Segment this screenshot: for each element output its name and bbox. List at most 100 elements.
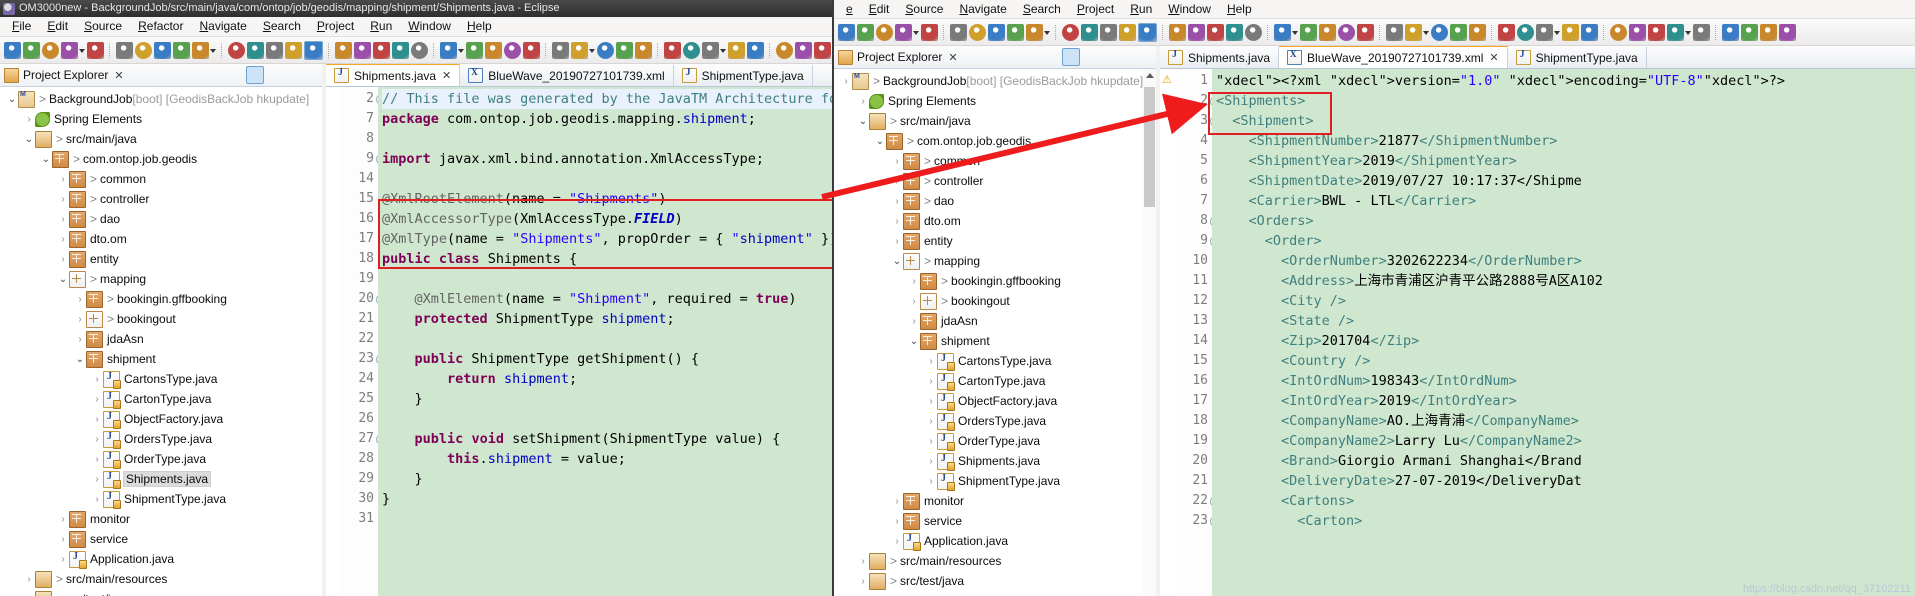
toolbar-button-7[interactable] bbox=[135, 41, 152, 59]
toolbar-button-34[interactable] bbox=[635, 41, 652, 59]
chevron-right-icon[interactable]: › bbox=[57, 254, 69, 265]
toolbar-button-46[interactable] bbox=[1693, 23, 1710, 41]
tree-item-monitor[interactable]: › monitor bbox=[0, 509, 322, 529]
toolbar-button-19[interactable] bbox=[1188, 23, 1205, 41]
toolbar-button-12[interactable] bbox=[1062, 23, 1079, 41]
tree-item-cartontype-java[interactable]: › CartonType.java bbox=[834, 371, 1156, 391]
tree-item-backgroundjob[interactable]: › >BackgroundJob [boot] [GeodisBackJob hk… bbox=[834, 71, 1156, 91]
chevron-right-icon[interactable]: › bbox=[908, 296, 920, 307]
toolbar-button-33[interactable] bbox=[616, 41, 633, 59]
toolbar-button-21[interactable] bbox=[392, 41, 409, 59]
toolbar-dropdown-caret[interactable] bbox=[1423, 24, 1430, 41]
toolbar-button-6[interactable] bbox=[116, 41, 133, 59]
toolbar-button-2[interactable] bbox=[42, 41, 59, 59]
toolbar-button-1[interactable] bbox=[23, 41, 40, 59]
toolbar-button-30[interactable] bbox=[1386, 23, 1403, 41]
chevron-right-icon[interactable]: › bbox=[840, 76, 852, 87]
toolbar-button-36[interactable] bbox=[664, 41, 681, 59]
close-icon[interactable]: ✕ bbox=[1489, 51, 1498, 64]
toolbar-button-51[interactable] bbox=[1779, 23, 1796, 41]
chevron-right-icon[interactable]: › bbox=[908, 276, 920, 287]
toolbar-button-42[interactable] bbox=[1610, 23, 1627, 41]
toolbar-button-10[interactable] bbox=[1026, 23, 1043, 41]
toolbar-button-40[interactable] bbox=[1581, 23, 1598, 41]
tree-item-com-ontop-job-geodis[interactable]: ⌄ > com.ontop.job.geodis bbox=[0, 149, 322, 169]
chevron-right-icon[interactable]: › bbox=[925, 436, 937, 447]
chevron-down-icon[interactable]: ⌄ bbox=[874, 136, 886, 147]
tree-item-cartontype-java[interactable]: › CartonType.java bbox=[0, 389, 322, 409]
toolbar-button-22[interactable] bbox=[411, 41, 428, 59]
toolbar-button-36[interactable] bbox=[1498, 23, 1515, 41]
chevron-right-icon[interactable]: › bbox=[74, 314, 86, 325]
chevron-right-icon[interactable]: › bbox=[908, 316, 920, 327]
toolbar-button-2[interactable] bbox=[876, 23, 893, 41]
chevron-right-icon[interactable]: › bbox=[891, 196, 903, 207]
toolbar-button-19[interactable] bbox=[354, 41, 371, 59]
toolbar-button-16[interactable] bbox=[1138, 22, 1157, 42]
toolbar-button-21[interactable] bbox=[1226, 23, 1243, 41]
view-filter-icon[interactable] bbox=[1082, 49, 1098, 65]
toolbar-button-18[interactable] bbox=[1169, 23, 1186, 41]
left-source-code[interactable]: // This file was generated by the JavaTM… bbox=[378, 87, 838, 596]
tree-item-jdaasn[interactable]: › jdaAsn bbox=[0, 329, 322, 349]
toolbar-button-4[interactable] bbox=[87, 41, 104, 59]
toolbar-button-28[interactable] bbox=[1357, 23, 1374, 41]
chevron-right-icon[interactable]: › bbox=[57, 174, 69, 185]
chevron-right-icon[interactable]: › bbox=[91, 454, 103, 465]
toolbar-button-31[interactable] bbox=[1405, 23, 1422, 41]
toolbar-button-8[interactable] bbox=[154, 41, 171, 59]
toolbar-button-8[interactable] bbox=[988, 23, 1005, 41]
tree-item-dao[interactable]: › > dao bbox=[0, 209, 322, 229]
right-xml-code[interactable]: "xdecl"><?xml "xdecl">version="1.0" "xde… bbox=[1212, 69, 1915, 596]
link-with-editor-icon[interactable] bbox=[1062, 48, 1080, 66]
tree-item-bookingout[interactable]: › > bookingout bbox=[834, 291, 1156, 311]
tree-item-objectfactory-java[interactable]: › ObjectFactory.java bbox=[834, 391, 1156, 411]
maximize-icon[interactable] bbox=[1136, 49, 1152, 65]
tree-item-mapping[interactable]: ⌄ > mapping bbox=[0, 269, 322, 289]
editor-tab-shipmenttype-java[interactable]: ShipmentType.java bbox=[674, 65, 813, 86]
left-code-area[interactable]: 2+ 7 8 9+ 14 15 16 17 18 19 20- 21 22 23- 24 25 26 27- 28 2… bbox=[326, 87, 838, 596]
view-menu-icon[interactable] bbox=[1100, 49, 1116, 65]
tree-item-common[interactable]: › > common bbox=[834, 151, 1156, 171]
toolbar-button-24[interactable] bbox=[1274, 23, 1291, 41]
toolbar-button-37[interactable] bbox=[1517, 23, 1534, 41]
chevron-right-icon[interactable]: › bbox=[925, 416, 937, 427]
menu-window[interactable]: Window bbox=[400, 17, 459, 36]
chevron-right-icon[interactable]: › bbox=[91, 474, 103, 485]
tree-item-ordertype-java[interactable]: › OrderType.java bbox=[834, 431, 1156, 451]
toolbar-dropdown-caret[interactable] bbox=[1044, 24, 1051, 41]
tree-item-controller[interactable]: › > controller bbox=[0, 189, 322, 209]
toolbar-dropdown-caret[interactable] bbox=[913, 24, 920, 41]
right-menu-source[interactable]: Source bbox=[897, 0, 951, 19]
right-explorer-tree[interactable]: ›>BackgroundJob [boot] [GeodisBackJob hk… bbox=[834, 69, 1156, 596]
right-menu-file[interactable]: e bbox=[838, 0, 861, 19]
toolbar-button-27[interactable] bbox=[1338, 23, 1355, 41]
chevron-down-icon[interactable]: ⌄ bbox=[23, 134, 35, 145]
right-code-area[interactable]: ⚠ 1 2-3- 4 5 6 7 8-9- 10 11 12 13 14 15 16 17 18 19 20 21 2… bbox=[1160, 69, 1915, 596]
editor-tab-bluewave-20190727101739-xml[interactable]: BlueWave_20190727101739.xml ✕ bbox=[1279, 46, 1508, 68]
toolbar-button-34[interactable] bbox=[1469, 23, 1486, 41]
toolbar-button-9[interactable] bbox=[173, 41, 190, 59]
chevron-right-icon[interactable]: › bbox=[91, 434, 103, 445]
tree-item-bookingin-gffbooking[interactable]: › > bookingin.gffbooking bbox=[0, 289, 322, 309]
chevron-down-icon[interactable]: ⌄ bbox=[6, 94, 18, 105]
tree-item-shipment[interactable]: ⌄ shipment bbox=[834, 331, 1156, 351]
right-menu-navigate[interactable]: Navigate bbox=[951, 0, 1014, 19]
menu-navigate[interactable]: Navigate bbox=[191, 17, 254, 36]
menu-edit[interactable]: Edit bbox=[39, 17, 76, 36]
chevron-right-icon[interactable]: › bbox=[891, 516, 903, 527]
tree-item-dto-om[interactable]: › dto.om bbox=[834, 211, 1156, 231]
right-menu-search[interactable]: Search bbox=[1015, 0, 1069, 19]
right-menu-run[interactable]: Run bbox=[1122, 0, 1160, 19]
tree-item-cartonstype-java[interactable]: › CartonsType.java bbox=[0, 369, 322, 389]
chevron-right-icon[interactable]: › bbox=[925, 396, 937, 407]
tree-item-shipmenttype-java[interactable]: › ShipmentType.java bbox=[834, 471, 1156, 491]
chevron-right-icon[interactable]: › bbox=[891, 176, 903, 187]
toolbar-button-4[interactable] bbox=[921, 23, 938, 41]
tree-item-src-main-resources[interactable]: › > src/main/resources bbox=[834, 551, 1156, 571]
chevron-right-icon[interactable]: › bbox=[891, 236, 903, 247]
chevron-right-icon[interactable]: › bbox=[891, 216, 903, 227]
toolbar-button-48[interactable] bbox=[1722, 23, 1739, 41]
toolbar-button-43[interactable] bbox=[795, 41, 812, 59]
toolbar-button-31[interactable] bbox=[571, 41, 588, 59]
